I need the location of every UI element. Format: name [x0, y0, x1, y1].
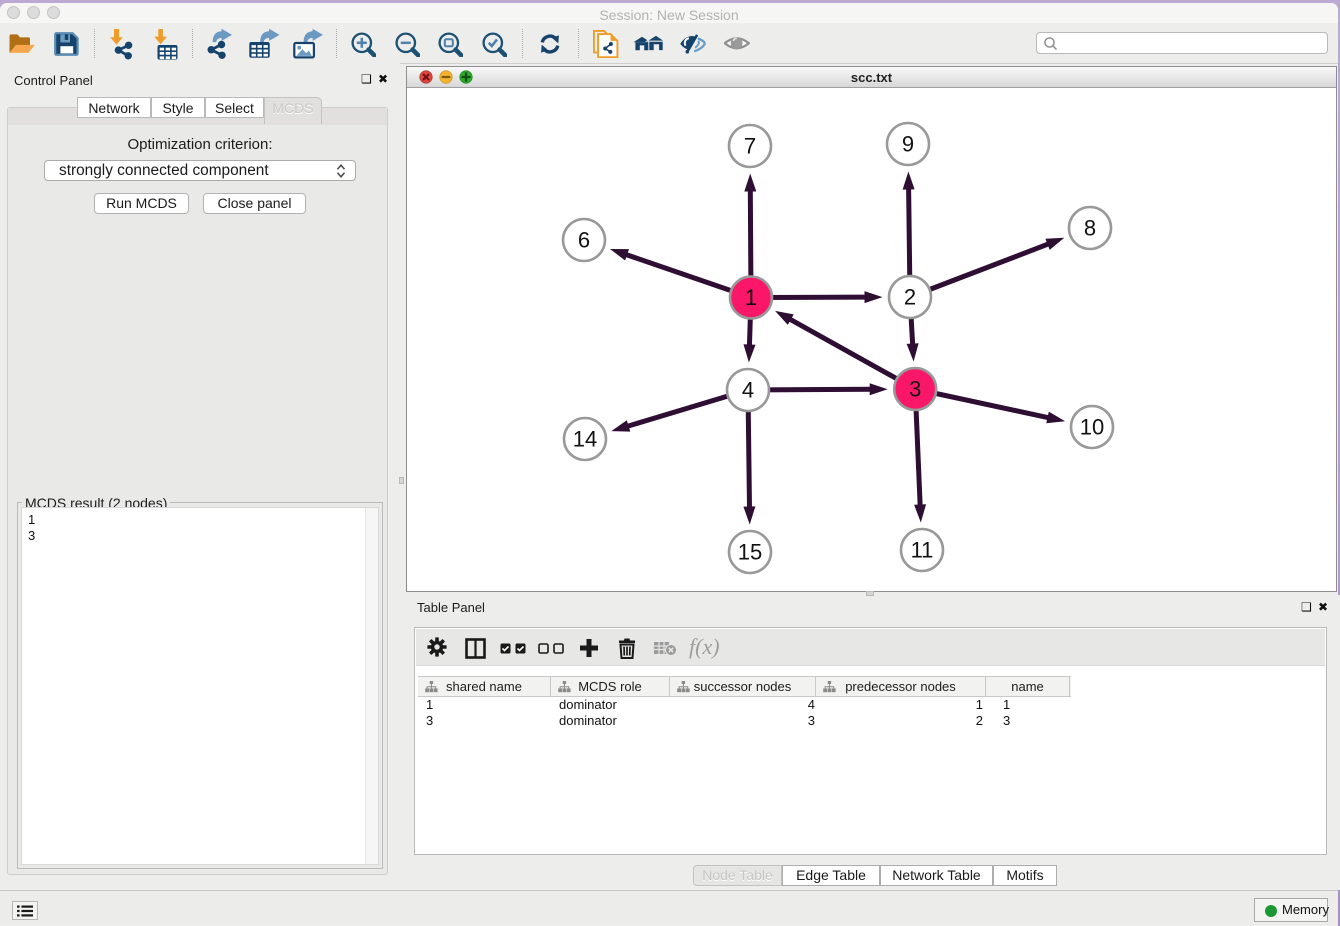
svg-text:4: 4 — [742, 378, 754, 403]
svg-text:3: 3 — [909, 377, 921, 402]
svg-text:15: 15 — [738, 540, 762, 565]
svg-text:9: 9 — [902, 132, 914, 157]
svg-text:6: 6 — [578, 228, 590, 253]
svg-text:7: 7 — [744, 134, 756, 159]
svg-text:14: 14 — [573, 427, 597, 452]
svg-text:11: 11 — [911, 538, 934, 563]
svg-text:8: 8 — [1084, 216, 1096, 241]
svg-text:1: 1 — [745, 285, 757, 310]
svg-text:2: 2 — [904, 285, 916, 310]
svg-text:10: 10 — [1080, 415, 1104, 440]
